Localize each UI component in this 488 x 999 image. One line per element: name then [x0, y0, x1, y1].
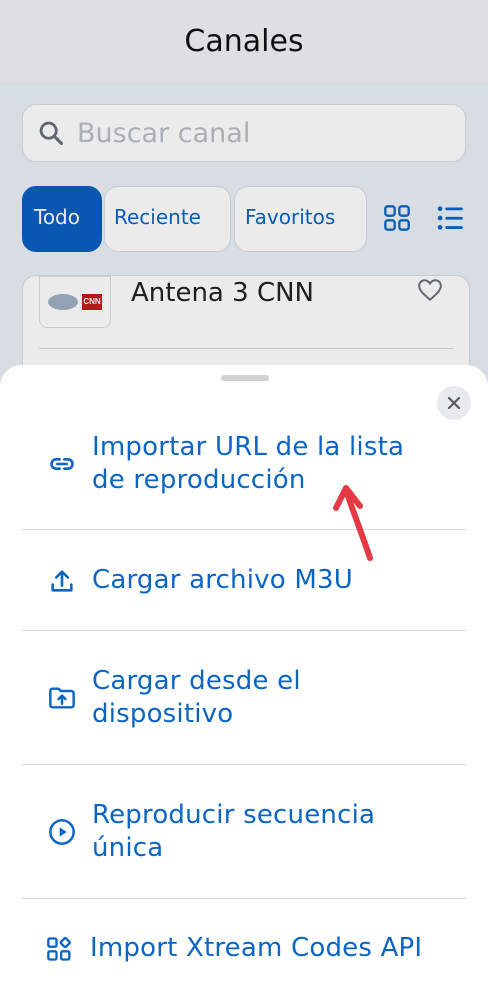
play-circle-icon [49, 819, 75, 845]
option-label: Import Xtream Codes API [90, 933, 423, 963]
load-from-device-option[interactable]: Cargar desde el dispositivo [22, 665, 466, 731]
close-icon [447, 396, 461, 410]
option-label: Cargar archivo M3U [92, 565, 353, 595]
divider [22, 764, 466, 765]
apps-grid-icon [47, 936, 71, 961]
divider [22, 529, 466, 530]
close-button[interactable] [437, 386, 471, 420]
play-single-stream-option[interactable]: Reproducir secuencia única [22, 799, 466, 865]
link-icon [50, 458, 74, 470]
option-label: Cargar desde el dispositivo [92, 666, 301, 729]
import-url-option[interactable]: Importar URL de la lista de reproducción [22, 431, 466, 497]
option-label: Reproducir secuencia única [92, 800, 376, 863]
sheet-grabber[interactable] [221, 375, 269, 381]
annotation-arrow-icon [333, 485, 373, 561]
import-xtream-option[interactable]: Import Xtream Codes API [22, 932, 466, 965]
divider [22, 630, 466, 631]
divider [22, 898, 466, 899]
upload-m3u-option[interactable]: Cargar archivo M3U [22, 564, 466, 597]
folder-upload-icon [49, 687, 75, 709]
bottom-sheet: Importar URL de la lista de reproducción… [0, 365, 488, 999]
upload-icon [51, 569, 73, 592]
